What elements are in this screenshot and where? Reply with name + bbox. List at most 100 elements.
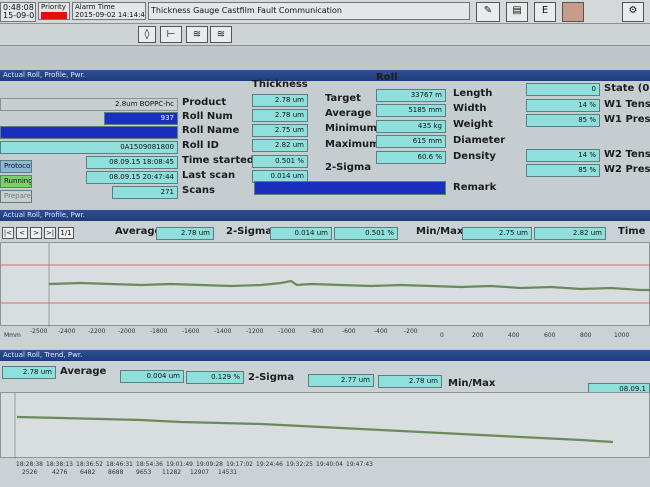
profile-panel-header: Actual Roll, Profile, Pwr. <box>0 210 650 221</box>
profile-trace-svg <box>1 243 650 327</box>
w2-press-label: W2 Press <box>604 164 650 175</box>
gear-icon[interactable]: ⚙ <box>622 2 644 22</box>
zoom-range-icon[interactable]: ⊢ <box>160 26 182 43</box>
trend-trace-svg <box>14 393 614 459</box>
state-value: 0 <box>526 83 600 96</box>
roll-panel-title: Actual Roll, Profile, Pwr. <box>3 71 85 79</box>
scans-value: 271 <box>112 186 178 199</box>
trend-average-label: Average <box>60 366 107 377</box>
x-tick: 600 <box>544 332 556 339</box>
roll-panel-header: Actual Roll, Profile, Pwr. <box>0 70 650 81</box>
x-tick: -2500 <box>30 328 48 335</box>
profile-plot <box>0 242 650 327</box>
next-page-button[interactable]: > <box>30 227 42 239</box>
time-label: Time <box>618 226 646 237</box>
trend-time-tick: 18:54:36 <box>136 461 163 468</box>
roll-density-value: 60.6 % <box>376 151 446 164</box>
remark-field[interactable] <box>254 181 446 195</box>
weight-label: Weight <box>453 119 493 130</box>
product-value: 2.8um BOPPC-hc <box>0 98 178 111</box>
wave-profile-icon[interactable]: ≋ <box>186 26 208 43</box>
minimum-label: Minimum <box>325 123 377 134</box>
alarm-time-column: Alarm Time 2015-09-02 14:14:46 <box>72 2 146 20</box>
prev-page-button[interactable]: < <box>16 227 28 239</box>
roll-width-value: 5185 mm <box>376 104 446 117</box>
x-tick: -600 <box>342 328 356 335</box>
x-tick: 200 <box>472 332 484 339</box>
trend-time-tick: 19:40:04 <box>316 461 343 468</box>
maximum-label: Maximum <box>325 139 380 150</box>
trend-average-value: 2.78 um <box>2 366 56 379</box>
alarm-message[interactable]: Thickness Gauge Castfilm Fault Communica… <box>148 2 470 20</box>
trend-sigma-label: 2-Sigma <box>248 372 295 383</box>
trend-count-tick: 6482 <box>80 469 96 476</box>
prepare-button-label: Prepare <box>4 192 31 200</box>
two-sigma-label: 2-Sigma <box>325 162 372 173</box>
last-scan-label: Last scan <box>182 170 236 181</box>
trend-min-value: 2.77 um <box>308 374 374 387</box>
document-icon[interactable]: ▤ <box>506 2 528 22</box>
trend-time-tick: 19:47:43 <box>346 461 373 468</box>
shield-icon[interactable]: ◊ <box>138 26 156 43</box>
edit-document-icon[interactable]: E <box>534 2 556 22</box>
alarm-bar: 0:48:08 15-09-08 Priority Alarm Time 201… <box>0 0 650 24</box>
x-tick: 0 <box>440 332 444 339</box>
thickness-target-value: 2.78 um <box>252 94 308 107</box>
prepare-button[interactable]: Prepare <box>0 190 32 203</box>
x-tick: 800 <box>580 332 592 339</box>
profile-average-value: 2.78 um <box>156 227 214 240</box>
running-button[interactable]: Running <box>0 175 32 188</box>
roll-diameter-value: 615 mm <box>376 135 446 148</box>
profile-sigma-label: 2-Sigma <box>226 226 273 237</box>
remark-label: Remark <box>453 182 497 193</box>
trend-time-tick: 19:24:46 <box>256 461 283 468</box>
trend-x-axis: 18:28:38 18:38:13 18:36:52 18:46:31 18:5… <box>0 459 650 487</box>
trend-count-tick: 14531 <box>218 469 238 476</box>
x-tick: -800 <box>310 328 324 335</box>
priority-indicator <box>41 12 67 19</box>
x-tick: 1000 <box>614 332 630 339</box>
trend-count-tick: 9653 <box>136 469 152 476</box>
density-label: Density <box>453 151 496 162</box>
roll-id-label: Roll ID <box>182 140 219 151</box>
w1-press-label: W1 Press <box>604 114 650 125</box>
priority-label: Priority <box>41 3 66 11</box>
profile-minmax-label: Min/Max <box>416 226 464 237</box>
x-axis-name: Mmm <box>4 332 21 339</box>
roll-name-label: Roll Name <box>182 125 240 136</box>
last-page-button[interactable]: >| <box>44 227 56 239</box>
protocol-button[interactable]: Protocol <box>0 160 32 173</box>
x-tick: -1400 <box>214 328 232 335</box>
thickness-header: Thickness <box>252 79 308 90</box>
profile-average-label: Average <box>115 226 162 237</box>
w1-press-value: 85 % <box>526 114 600 127</box>
time-started-label: Time started <box>182 155 255 166</box>
trend-time-tick: 19:01:49 <box>166 461 193 468</box>
x-tick: -400 <box>374 328 388 335</box>
running-button-label: Running <box>4 177 32 185</box>
x-tick: -1600 <box>182 328 200 335</box>
first-page-button[interactable]: |< <box>2 227 14 239</box>
profile-nav: |< < > >| 1/1 <box>0 226 80 240</box>
trend-sigma-percent: 0.129 % <box>186 371 244 384</box>
profile-min-value: 2.75 um <box>462 227 532 240</box>
w1-tension-label: W1 Tens. <box>604 99 650 110</box>
profile-sigma-um: 0.014 um <box>270 227 332 240</box>
wave-trend-icon[interactable]: ≋ <box>210 26 232 43</box>
thickness-average-value: 2.78 um <box>252 109 308 122</box>
trend-time-tick: 18:38:13 <box>46 461 73 468</box>
trend-time-tick: 19:09:28 <box>196 461 223 468</box>
w2-tension-label: W2 Tens. <box>604 149 650 160</box>
report-icon[interactable]: ✎ <box>476 2 500 22</box>
diameter-label: Diameter <box>453 135 506 146</box>
profile-trace <box>48 279 650 292</box>
alarm-time-value: 2015-09-02 14:14:46 <box>75 11 146 19</box>
scans-label: Scans <box>182 185 215 196</box>
length-label: Length <box>453 88 493 99</box>
trend-time-tick: 19:17:02 <box>226 461 253 468</box>
trend-count-tick: 2526 <box>22 469 38 476</box>
x-tick: -2000 <box>118 328 136 335</box>
roll-weight-value: 435 kg <box>376 120 446 133</box>
close-window-icon[interactable] <box>562 2 584 22</box>
trend-count-tick: 12907 <box>190 469 210 476</box>
